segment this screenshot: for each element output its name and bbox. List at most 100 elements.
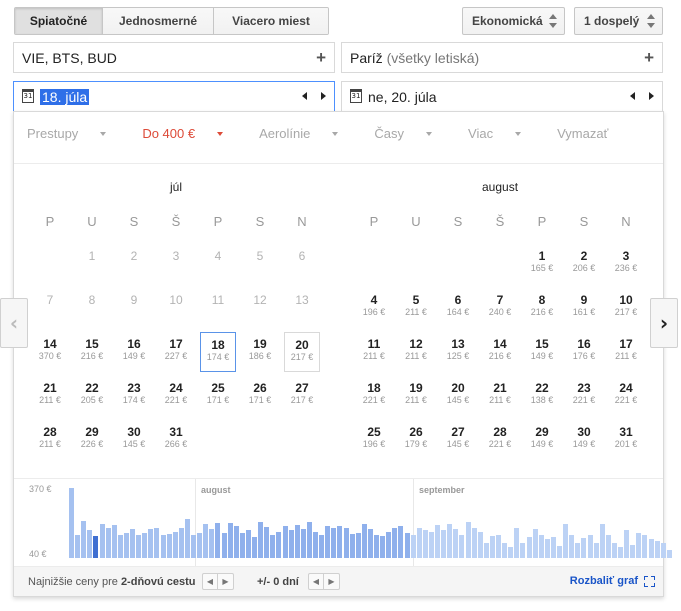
price-bar[interactable]	[453, 529, 459, 558]
price-bar[interactable]	[557, 546, 562, 558]
price-bar[interactable]	[496, 534, 501, 558]
price-bar[interactable]	[471, 528, 477, 558]
price-bar[interactable]	[477, 531, 483, 558]
price-bar[interactable]	[264, 527, 270, 558]
price-bar[interactable]	[563, 524, 569, 558]
price-bar[interactable]	[233, 526, 239, 558]
price-bar[interactable]	[465, 521, 471, 558]
trip-type-round-button[interactable]: Spiatočné	[15, 8, 103, 34]
calendar-day[interactable]: 31 201 €	[608, 420, 644, 460]
price-bar[interactable]	[386, 531, 392, 558]
cabin-class-dropdown[interactable]: Ekonomická	[462, 7, 565, 35]
calendar-day[interactable]: 28 221 €	[482, 420, 518, 460]
price-bar[interactable]	[191, 534, 196, 558]
price-bar[interactable]	[349, 533, 355, 558]
price-bar[interactable]	[166, 533, 172, 558]
price-bar[interactable]	[374, 534, 379, 558]
price-bar[interactable]	[294, 525, 300, 558]
calendar-day[interactable]: 17 227 €	[158, 332, 194, 372]
price-bar[interactable]	[136, 534, 142, 558]
trip-type-oneway-button[interactable]: Jednosmerné	[103, 8, 214, 34]
price-bar[interactable]	[599, 524, 605, 558]
price-bar[interactable]	[172, 531, 178, 558]
calendar-day[interactable]: 18 221 €	[356, 376, 392, 416]
price-bar[interactable]	[410, 534, 416, 558]
price-bar[interactable]	[392, 528, 398, 558]
price-bar[interactable]	[282, 526, 288, 558]
price-bar[interactable]	[313, 531, 318, 558]
price-bar[interactable]	[550, 536, 556, 558]
increase-icon[interactable]: ▶	[324, 574, 339, 589]
price-bar[interactable]	[337, 526, 343, 558]
trip-length-stepper[interactable]: ◀ ▶	[202, 573, 234, 590]
price-bar[interactable]	[252, 536, 257, 558]
calendar-day[interactable]: 22 138 €	[524, 376, 560, 416]
price-bar[interactable]	[99, 524, 105, 558]
calendar-day[interactable]: 20 145 €	[440, 376, 476, 416]
calendar-day[interactable]: 20 217 €	[284, 332, 320, 372]
price-bar[interactable]	[148, 529, 154, 558]
price-bar[interactable]	[130, 529, 135, 558]
increase-icon[interactable]: ▶	[218, 574, 233, 589]
calendar-day[interactable]: 27 145 €	[440, 420, 476, 460]
calendar-day[interactable]: 16 176 €	[566, 332, 602, 372]
price-bar[interactable]	[605, 534, 611, 558]
price-bar[interactable]	[581, 537, 587, 558]
destination-input[interactable]: Paríž (všetky letiská) +	[341, 42, 663, 73]
calendar-day[interactable]: 26 179 €	[398, 420, 434, 460]
calendar-day[interactable]: 23 174 €	[116, 376, 152, 416]
next-month-button[interactable]: ›	[650, 298, 678, 348]
calendar-day[interactable]: 22 205 €	[74, 376, 110, 416]
price-bar[interactable]	[654, 541, 660, 558]
price-bar[interactable]	[319, 534, 325, 558]
filter-1[interactable]: Do 400 €	[142, 126, 241, 141]
price-bar[interactable]	[75, 534, 81, 558]
next-date-icon[interactable]	[321, 92, 326, 100]
calendar-day[interactable]: 21 211 €	[482, 376, 518, 416]
price-bar[interactable]	[489, 535, 495, 558]
price-bar[interactable]	[398, 526, 404, 558]
calendar-day[interactable]: 24 221 €	[158, 376, 194, 416]
price-bar[interactable]	[435, 525, 440, 558]
calendar-day[interactable]: 10 217 €	[608, 288, 644, 328]
price-bar[interactable]	[593, 543, 599, 558]
price-bar[interactable]	[105, 528, 111, 558]
calendar-day[interactable]: 24 221 €	[608, 376, 644, 416]
calendar-day[interactable]: 4 196 €	[356, 288, 392, 328]
filter-4[interactable]: Viac	[468, 126, 539, 141]
price-bar[interactable]	[544, 538, 550, 558]
calendar-day[interactable]: 2 206 €	[566, 244, 602, 284]
calendar-day[interactable]: 23 221 €	[566, 376, 602, 416]
price-bar[interactable]	[117, 534, 123, 558]
price-bar[interactable]	[630, 545, 636, 558]
price-bar[interactable]	[380, 535, 386, 558]
price-bar[interactable]	[343, 528, 349, 558]
price-bar[interactable]	[526, 536, 532, 558]
price-bar[interactable]	[367, 529, 373, 558]
price-bar[interactable]	[361, 524, 367, 558]
price-bar[interactable]	[300, 529, 306, 558]
price-bar[interactable]	[422, 530, 428, 558]
return-date-input[interactable]: 31 ne, 20. júla	[341, 81, 663, 112]
trip-type-multicity-button[interactable]: Viacero miest	[214, 8, 328, 34]
price-bar[interactable]	[666, 549, 672, 558]
calendar-day[interactable]: 19 211 €	[398, 376, 434, 416]
prev-date-icon[interactable]	[630, 92, 635, 100]
calendar-day[interactable]: 15 216 €	[74, 332, 110, 372]
calendar-day[interactable]: 19 186 €	[242, 332, 278, 372]
price-bar[interactable]	[306, 521, 312, 558]
calendar-day[interactable]: 27 217 €	[284, 376, 320, 416]
calendar-day[interactable]: 5 211 €	[398, 288, 434, 328]
calendar-day[interactable]: 26 171 €	[242, 376, 278, 416]
calendar-day[interactable]: 11 211 €	[356, 332, 392, 372]
price-bar[interactable]	[209, 529, 215, 558]
calendar-day[interactable]: 3 236 €	[608, 244, 644, 284]
decrease-icon[interactable]: ◀	[203, 574, 218, 589]
price-bar[interactable]	[184, 518, 190, 558]
price-bar[interactable]	[111, 525, 117, 558]
price-bar[interactable]	[587, 534, 593, 558]
origin-input[interactable]: VIE, BTS, BUD +	[13, 42, 335, 73]
flex-days-stepper[interactable]: ◀ ▶	[308, 573, 340, 590]
prev-month-button[interactable]: ‹	[0, 298, 28, 348]
price-bar[interactable]	[532, 529, 538, 558]
